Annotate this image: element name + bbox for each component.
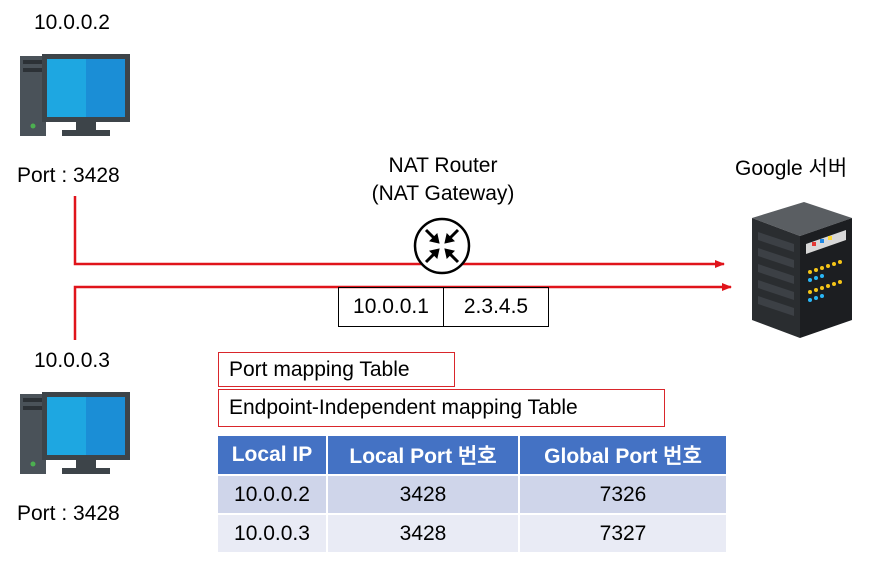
cell-local-port: 3428 — [326, 474, 520, 515]
server-label: Google 서버 — [735, 157, 848, 180]
router-global-ip: 2.3.4.5 — [443, 287, 549, 327]
desktop-computer-icon — [20, 392, 130, 474]
cell-local-ip: 10.0.0.2 — [216, 474, 328, 515]
desktop-computer-icon — [20, 54, 130, 136]
header-local-port: Local Port 번호 — [326, 434, 520, 476]
table-row: 10.0.0.3 3428 7327 — [216, 513, 728, 554]
host1-ip: 10.0.0.2 — [34, 11, 110, 34]
router-ip-table: 10.0.0.1 2.3.4.5 — [338, 287, 549, 327]
router-local-ip: 10.0.0.1 — [338, 287, 444, 327]
host2-port: Port : 3428 — [17, 502, 120, 525]
router-icon — [413, 217, 471, 275]
cell-global-port: 7326 — [518, 474, 728, 515]
server-icon — [752, 202, 852, 338]
router-title: NAT Router — [388, 154, 498, 177]
cell-local-ip: 10.0.0.3 — [216, 513, 328, 554]
table-row: 10.0.0.2 3428 7326 — [216, 474, 728, 515]
router-subtitle: (NAT Gateway) — [371, 182, 515, 205]
endpoint-mapping-title: Endpoint-Independent mapping Table — [218, 389, 665, 427]
host1-port: Port : 3428 — [17, 164, 120, 187]
header-global-port: Global Port 번호 — [518, 434, 728, 476]
mapping-table-header: Local IP Local Port 번호 Global Port 번호 — [216, 434, 728, 476]
port-mapping-title: Port mapping Table — [218, 352, 455, 387]
cell-global-port: 7327 — [518, 513, 728, 554]
cell-local-port: 3428 — [326, 513, 520, 554]
host2-ip: 10.0.0.3 — [34, 349, 110, 372]
mapping-table: Local IP Local Port 번호 Global Port 번호 10… — [216, 434, 728, 554]
header-local-ip: Local IP — [216, 434, 328, 476]
